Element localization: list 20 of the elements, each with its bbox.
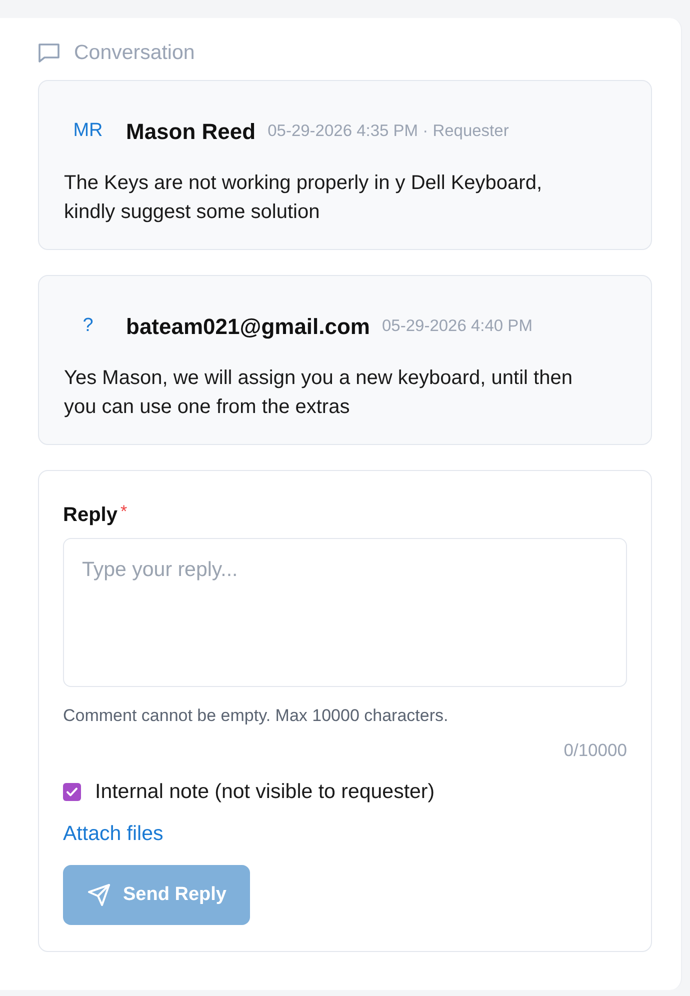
- message-text: The Keys are not working properly in y Dell Keyboard, kindly suggest some solution: [64, 171, 544, 225]
- message-meta: 05-29-2026 4:35 PM · Requester: [268, 120, 509, 142]
- internal-note-label: Internal note (not visible to requester): [95, 779, 435, 805]
- message-text: Yes Mason, we will assign you a new keyboard, until then you can use one from the extras: [64, 366, 574, 420]
- avatar: ?: [82, 314, 94, 338]
- chat-bubble-icon: [38, 43, 60, 63]
- send-icon: [87, 883, 111, 907]
- author-name: bateam021@gmail.com: [126, 312, 370, 341]
- avatar: MR: [72, 118, 104, 143]
- message-meta: 05-29-2026 4:40 PM: [382, 316, 532, 337]
- reply-input-field[interactable]: Type your reply...: [63, 538, 627, 687]
- internal-note-checkbox[interactable]: [63, 783, 81, 801]
- required-asterisk: *: [120, 503, 128, 521]
- reply-label: Reply: [63, 503, 118, 527]
- author-name: Mason Reed: [126, 118, 256, 146]
- section-title: Conversation: [74, 40, 195, 66]
- attach-files-link[interactable]: Attach files: [63, 822, 164, 845]
- helper-text: Comment cannot be empty. Max 10000 characters.: [63, 706, 450, 726]
- checkmark-icon: [66, 787, 78, 797]
- character-counter: 0/10000: [564, 739, 627, 761]
